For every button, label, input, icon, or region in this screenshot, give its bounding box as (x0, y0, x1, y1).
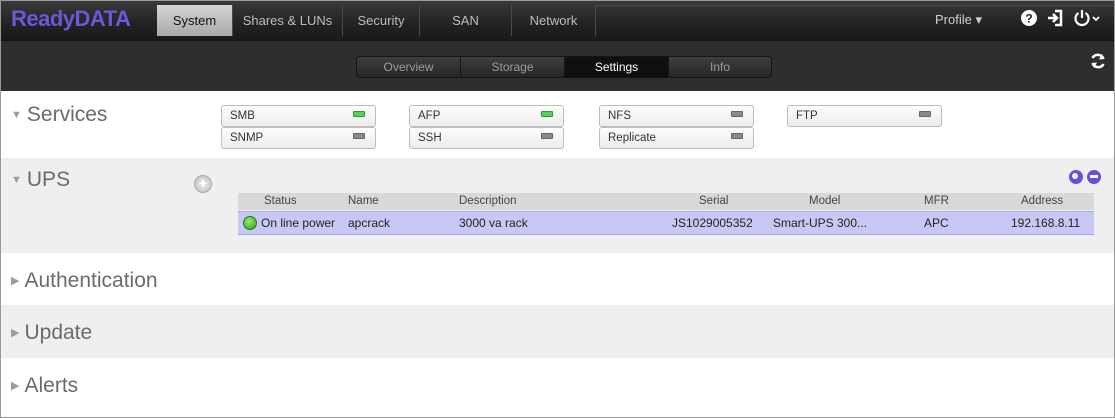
collapse-triangle-icon: ▼ (11, 174, 22, 186)
expand-triangle-icon: ▶ (11, 380, 20, 392)
status-led-icon (919, 111, 931, 117)
collapse-triangle-icon: ▼ (11, 109, 22, 121)
status-led-icon (541, 133, 553, 139)
nav-tab-network[interactable]: Network (512, 5, 596, 36)
ups-settings-icon[interactable] (1069, 170, 1083, 184)
ups-name: apcrack (348, 216, 391, 230)
ups-serial: JS1029005352 (672, 216, 753, 230)
status-led-icon (731, 111, 743, 117)
alerts-title: Alerts (24, 374, 79, 397)
subtab-settings[interactable]: Settings (565, 57, 669, 77)
service-smb[interactable]: SMB (221, 105, 376, 127)
col-name[interactable]: Name (348, 193, 379, 210)
service-smb-label: SMB (230, 110, 255, 122)
subtab-storage[interactable]: Storage (461, 57, 565, 77)
top-nav-bar: ReadyDATA System Shares & LUNs Security … (1, 1, 1114, 40)
service-ssh-label: SSH (418, 132, 442, 144)
update-section: ▶ Update (1, 305, 1114, 358)
col-status[interactable]: Status (264, 193, 297, 210)
service-afp[interactable]: AFP (409, 105, 564, 127)
col-mfr[interactable]: MFR (924, 193, 949, 210)
col-description[interactable]: Description (459, 193, 517, 210)
online-status-icon (243, 216, 257, 230)
col-address[interactable]: Address (1021, 193, 1063, 210)
expand-triangle-icon: ▶ (11, 327, 20, 339)
service-ssh[interactable]: SSH (409, 127, 564, 149)
table-row[interactable]: On line power apcrack 3000 va rack JS102… (238, 211, 1094, 235)
service-replicate-label: Replicate (608, 132, 656, 144)
remove-ups-icon[interactable] (1087, 170, 1101, 184)
authentication-title: Authentication (24, 269, 158, 292)
add-ups-icon[interactable]: + (194, 175, 212, 193)
svg-text:?: ? (1025, 12, 1032, 26)
status-led-icon (353, 111, 365, 117)
refresh-icon[interactable] (1089, 52, 1107, 75)
authentication-header[interactable]: ▶ Authentication (11, 269, 158, 293)
status-led-icon (353, 133, 365, 139)
nav-tab-system[interactable]: System (157, 5, 233, 36)
alerts-section: ▶ Alerts (1, 358, 1114, 417)
status-led-icon (541, 111, 553, 117)
logout-icon[interactable] (1046, 9, 1066, 32)
ups-description: 3000 va rack (459, 216, 528, 230)
service-afp-label: AFP (418, 110, 441, 122)
profile-menu[interactable]: Profile ▾ (935, 12, 982, 28)
service-snmp[interactable]: SNMP (221, 127, 376, 149)
status-led-icon (731, 133, 743, 139)
service-snmp-label: SNMP (230, 132, 264, 144)
expand-triangle-icon: ▶ (11, 275, 20, 287)
col-model[interactable]: Model (809, 193, 840, 210)
service-nfs-label: NFS (608, 110, 631, 122)
service-ftp-label: FTP (796, 110, 818, 122)
service-nfs[interactable]: NFS (599, 105, 754, 127)
alerts-header[interactable]: ▶ Alerts (11, 374, 78, 398)
nav-tab-san[interactable]: SAN (420, 5, 512, 36)
subtab-overview[interactable]: Overview (357, 57, 461, 77)
ups-status: On line power (261, 216, 336, 230)
ups-header[interactable]: ▼ UPS (11, 168, 70, 192)
service-ftp[interactable]: FTP (787, 105, 942, 127)
update-header[interactable]: ▶ Update (11, 321, 92, 345)
ups-address: 192.168.8.11 (1011, 216, 1081, 230)
sub-nav-tabs: Overview Storage Settings Info (356, 56, 772, 78)
services-title: Services (26, 103, 108, 126)
app-logo: ReadyDATA (11, 6, 131, 31)
update-title: Update (24, 321, 93, 344)
ups-table-header: Status Name Description Serial Model MFR… (238, 193, 1094, 210)
col-serial[interactable]: Serial (699, 193, 728, 210)
app-frame: ReadyDATA System Shares & LUNs Security … (0, 0, 1115, 418)
ups-model: Smart-UPS 300... (773, 216, 868, 230)
authentication-section: ▶ Authentication (1, 253, 1114, 305)
service-replicate[interactable]: Replicate (599, 127, 754, 149)
help-icon[interactable]: ? (1020, 9, 1038, 32)
ups-mfr: APC (924, 216, 949, 230)
ups-title: UPS (26, 168, 71, 191)
services-header[interactable]: ▼ Services (11, 103, 107, 127)
power-icon[interactable] (1073, 9, 1103, 32)
nav-tab-shares-luns[interactable]: Shares & LUNs (233, 5, 343, 36)
ups-section: ▼ UPS + Status Name Description Serial Mo… (1, 158, 1114, 253)
services-section: ▼ Services SMB AFP NFS FTP SNMP SSH Repli… (1, 91, 1114, 158)
sub-nav-bar: Overview Storage Settings Info (1, 40, 1114, 91)
subtab-info[interactable]: Info (669, 57, 771, 77)
nav-tab-security[interactable]: Security (343, 5, 420, 36)
